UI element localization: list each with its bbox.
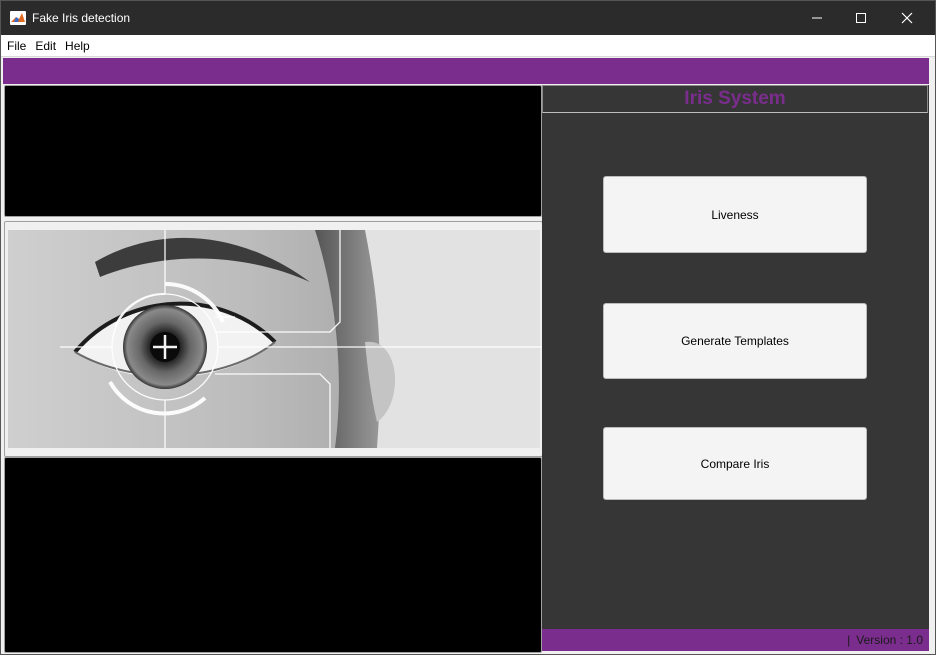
minimize-button[interactable] (794, 1, 840, 35)
close-icon (901, 12, 913, 24)
bottom-display-axes (4, 457, 542, 653)
top-display-axes (4, 85, 542, 217)
figure-content: Iris System Liveness Generate Templates … (2, 57, 929, 653)
matlab-logo-icon (10, 11, 26, 25)
generate-templates-button[interactable]: Generate Templates (603, 303, 867, 379)
header-strip (3, 58, 929, 84)
liveness-button[interactable]: Liveness (603, 176, 867, 253)
app-window: Fake Iris detection File Edit Help Iris … (0, 0, 936, 655)
maximize-icon (856, 13, 866, 23)
control-panel: Iris System Liveness Generate Templates … (542, 85, 929, 651)
maximize-button[interactable] (838, 1, 884, 35)
menu-bar: File Edit Help (1, 35, 935, 57)
window-title: Fake Iris detection (32, 11, 131, 25)
close-button[interactable] (884, 1, 930, 35)
menu-file[interactable]: File (4, 39, 29, 53)
status-bar: | Version : 1.0 (542, 629, 929, 651)
compare-iris-button[interactable]: Compare Iris (603, 427, 867, 500)
panel-title: Iris System (684, 88, 786, 109)
menu-help[interactable]: Help (62, 39, 93, 53)
version-label: Version : 1.0 (856, 633, 923, 647)
status-separator: | (847, 633, 851, 647)
eye-scan-image (8, 230, 542, 448)
menu-edit[interactable]: Edit (32, 39, 59, 53)
panel-header: Iris System (542, 85, 928, 113)
eye-image-panel (4, 221, 543, 457)
title-bar[interactable]: Fake Iris detection (1, 1, 935, 35)
minimize-icon (812, 17, 822, 19)
